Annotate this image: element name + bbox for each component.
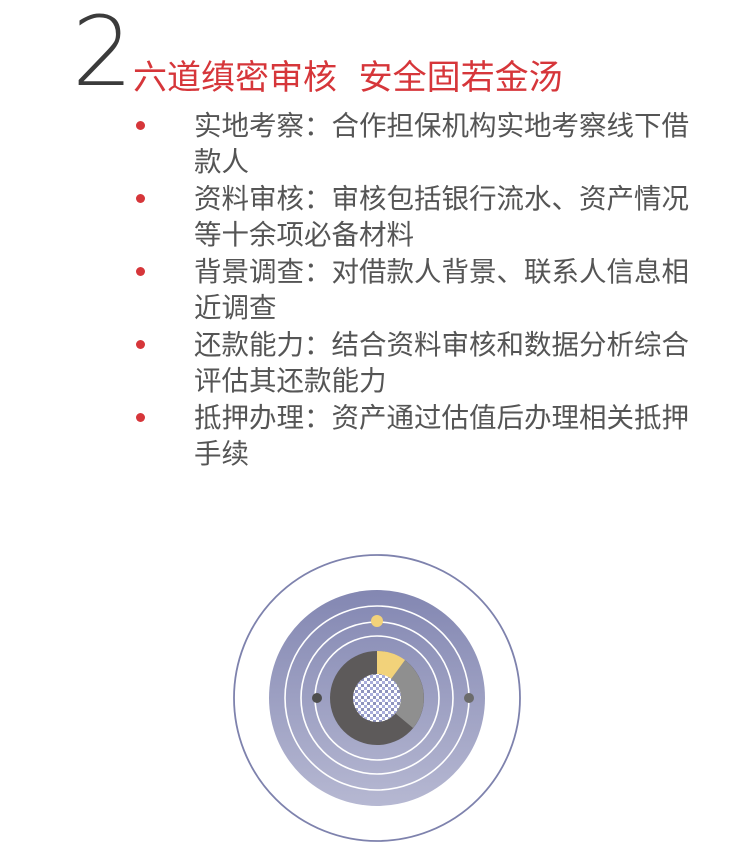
orbit-rings-graphic (233, 554, 521, 842)
right-orbit-marker (464, 693, 474, 703)
audit-steps-list: 实地考察：合作担保机构实地考察线下借款人 资料审核：审核包括银行流水、资产情况等… (130, 108, 690, 473)
bullet-dot-icon (136, 340, 145, 349)
audit-step-mortgage: 抵押办理：资产通过估值后办理相关抵押手续 (130, 400, 690, 472)
step-colon: ： (304, 256, 332, 288)
step-label: 还款能力 (194, 329, 304, 361)
step-colon: ： (304, 110, 332, 142)
step-label: 抵押办理 (194, 402, 304, 434)
gold-orbit-marker (371, 615, 383, 627)
audit-step-document-review: 资料审核：审核包括银行流水、资产情况等十余项必备材料 (130, 181, 690, 253)
bullet-dot-icon (136, 413, 145, 422)
step-colon: ： (304, 329, 332, 361)
audit-step-repayment-ability: 还款能力：结合资料审核和数据分析综合评估其还款能力 (130, 327, 690, 399)
center-pattern-disc (353, 674, 401, 722)
step-colon: ： (304, 183, 332, 215)
section-title: 六道缜密审核 安全固若金汤 (133, 58, 563, 98)
section-number: 2 (72, 0, 133, 108)
step-label: 资料审核 (194, 183, 304, 215)
step-label: 实地考察 (194, 110, 304, 142)
audit-step-site-visit: 实地考察：合作担保机构实地考察线下借款人 (130, 108, 690, 180)
bullet-dot-icon (136, 194, 145, 203)
bullet-dot-icon (136, 267, 145, 276)
left-orbit-marker (312, 693, 322, 703)
step-label: 背景调查 (194, 256, 304, 288)
audit-step-background-check: 背景调查：对借款人背景、联系人信息相近调查 (130, 254, 690, 326)
bullet-dot-icon (136, 121, 145, 130)
step-colon: ： (304, 402, 332, 434)
